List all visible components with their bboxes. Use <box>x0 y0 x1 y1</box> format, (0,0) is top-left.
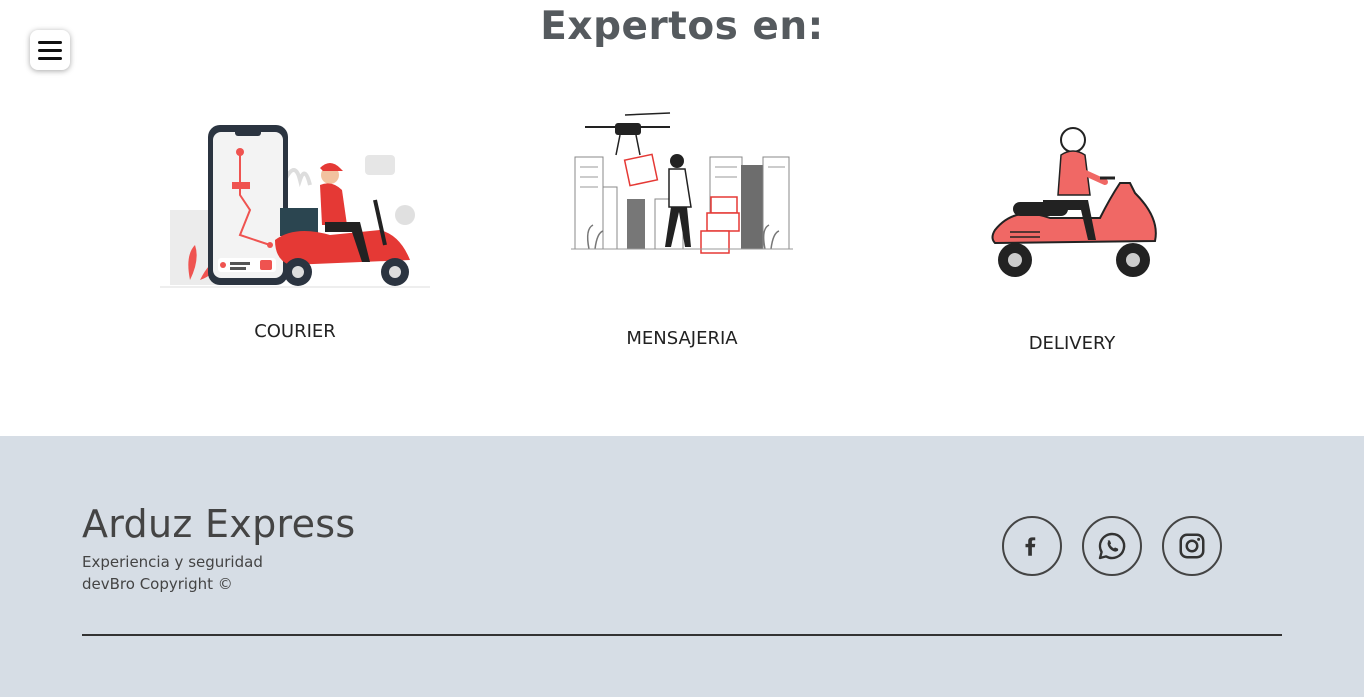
menu-bar <box>38 56 62 60</box>
drone-delivery-illustration <box>571 112 793 254</box>
service-mensajeria: MENSAJERIA <box>565 105 800 355</box>
footer-copyright: devBro Copyright © <box>82 575 233 593</box>
instagram-icon <box>1179 533 1205 559</box>
footer-divider <box>82 634 1282 636</box>
section-title: Expertos en: <box>540 4 824 49</box>
service-courier: COURIER <box>150 100 440 350</box>
footer-tagline: Experiencia y seguridad <box>82 553 263 571</box>
service-delivery: DELIVERY <box>985 120 1160 360</box>
facebook-icon <box>1025 537 1036 556</box>
footer: Arduz Express Experiencia y seguridad de… <box>0 436 1364 697</box>
service-label: COURIER <box>254 321 336 342</box>
whatsapp-link[interactable] <box>1082 516 1142 576</box>
footer-brand: Arduz Express <box>82 502 356 546</box>
service-label: DELIVERY <box>1028 333 1116 354</box>
service-label: MENSAJERIA <box>626 328 738 349</box>
instagram-link[interactable] <box>1162 516 1222 576</box>
scooter-rider-illustration <box>991 127 1157 277</box>
phone-map-scooter-illustration <box>160 125 430 288</box>
facebook-link[interactable] <box>1002 516 1062 576</box>
whatsapp-icon <box>1098 532 1126 560</box>
